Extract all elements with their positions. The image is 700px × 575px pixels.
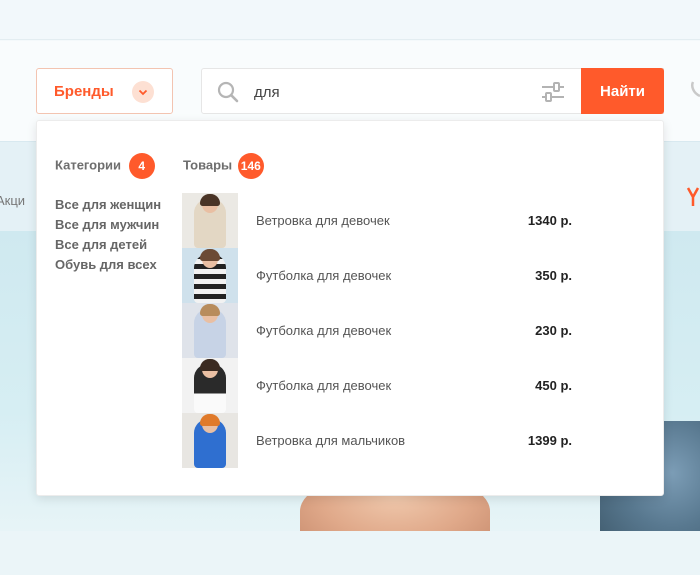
search-input[interactable] — [254, 79, 524, 105]
filter-sliders-icon[interactable] — [541, 81, 565, 103]
product-image — [182, 248, 238, 303]
category-item[interactable]: Все для женщин — [55, 195, 161, 215]
product-image — [182, 358, 238, 413]
product-item[interactable]: Ветровка для мальчиков 1399 р. — [182, 413, 582, 468]
phone-icon[interactable] — [690, 80, 700, 98]
products-count-badge: 146 — [237, 153, 264, 179]
category-item[interactable]: Обувь для всех — [55, 255, 161, 275]
product-price: 450 р. — [535, 378, 572, 393]
product-price: 1399 р. — [527, 433, 572, 448]
categories-list: Все для женщин Все для мужчин Все для де… — [55, 195, 161, 275]
product-price: 230 р. — [535, 323, 572, 338]
product-image — [182, 193, 238, 248]
product-item[interactable]: Ветровка для девочек 1340 р. — [182, 193, 582, 248]
product-name: Футболка для девочек — [256, 378, 392, 393]
category-item[interactable]: Все для детей — [55, 235, 161, 255]
brands-button[interactable]: Бренды — [36, 68, 173, 114]
search-suggestions-dropdown: Категории 4 Все для женщин Все для мужчи… — [36, 120, 664, 496]
brands-button-label: Бренды — [54, 82, 114, 100]
categories-count-badge: 4 — [128, 153, 155, 179]
nav-accent-icon[interactable] — [686, 186, 700, 208]
search-button[interactable]: Найти — [581, 68, 664, 114]
product-name: Ветровка для девочек — [256, 213, 390, 228]
categories-title-label: Категории — [55, 157, 122, 173]
product-item[interactable]: Футболка для девочек 450 р. — [182, 358, 582, 413]
product-item[interactable]: Футболка для девочек 350 р. — [182, 248, 582, 303]
product-price: 1340 р. — [527, 213, 572, 228]
categories-section-title: Категории 4 — [55, 153, 155, 179]
product-name: Футболка для девочек — [256, 323, 392, 338]
category-item[interactable]: Все для мужчин — [55, 215, 161, 235]
products-section-title: Товары 146 — [183, 153, 264, 179]
chevron-down-icon — [132, 81, 154, 103]
nav-item-promotions[interactable]: Акци — [0, 193, 25, 208]
product-name: Футболка для девочек — [256, 268, 392, 283]
product-image — [182, 413, 238, 468]
product-price: 350 р. — [535, 268, 572, 283]
search-icon — [217, 81, 239, 103]
product-item[interactable]: Футболка для девочек 230 р. — [182, 303, 582, 358]
products-title-label: Товары — [183, 157, 233, 173]
top-bar — [0, 0, 700, 40]
product-image — [182, 303, 238, 358]
page-footer-strip — [0, 531, 700, 575]
product-name: Ветровка для мальчиков — [256, 433, 406, 448]
